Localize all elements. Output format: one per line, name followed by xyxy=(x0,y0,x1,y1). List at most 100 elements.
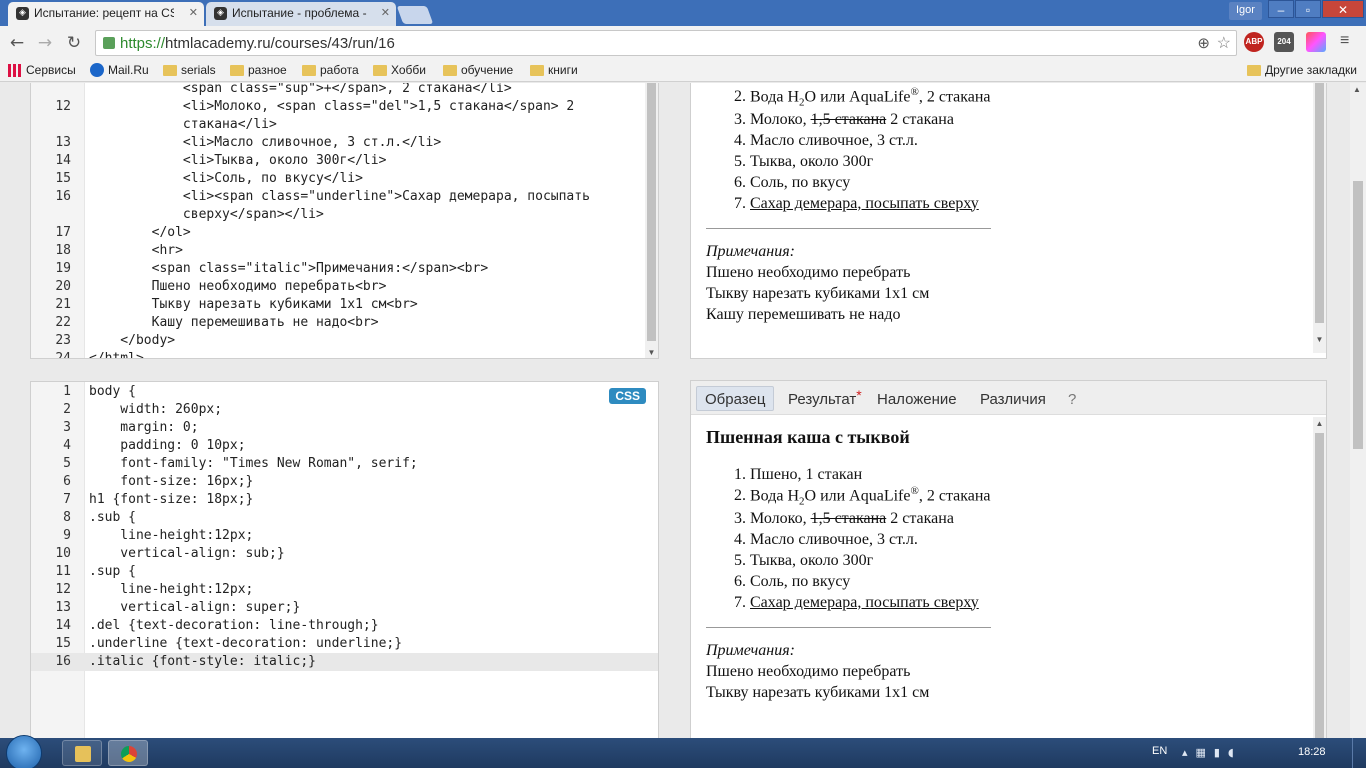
code-line[interactable]: 9 line-height:12px; xyxy=(31,527,658,545)
bookmark-serials[interactable]: serials xyxy=(163,63,216,77)
code-line[interactable]: 11 .sup { xyxy=(31,563,658,581)
url-text[interactable]: https://htmlacademy.ru/courses/43/run/16 xyxy=(120,35,395,52)
code-text[interactable]: font-size: 16px;} xyxy=(89,473,253,491)
code-text[interactable]: line-height:12px; xyxy=(89,581,253,599)
html-editor-scrollbar[interactable]: ▼ xyxy=(645,83,658,358)
code-line[interactable]: 5 font-family: "Times New Roman", serif; xyxy=(31,455,658,473)
code-line[interactable]: 21 Тыкву нарезать кубиками 1x1 см<br> xyxy=(31,296,658,314)
bookmark-knigi[interactable]: книги xyxy=(530,63,578,77)
code-text[interactable]: Пшено необходимо перебрать<br> xyxy=(89,278,387,296)
forward-arrow-icon[interactable]: → xyxy=(34,32,56,54)
maximize-button[interactable]: ▫ xyxy=(1295,0,1321,18)
code-line[interactable]: 16 <li><span class="underline">Сахар дем… xyxy=(31,188,658,206)
tab-sample[interactable]: Образец xyxy=(696,386,775,411)
code-line[interactable]: 15 <li>Соль, по вкусу</li> xyxy=(31,170,658,188)
scroll-thumb[interactable] xyxy=(1353,181,1363,449)
code-line[interactable]: 24 </html> xyxy=(31,350,658,358)
bookmark-star-icon[interactable]: ☆ xyxy=(1217,33,1231,53)
code-text[interactable]: <span class="italic">Примечания:</span><… xyxy=(89,260,489,278)
code-text[interactable]: .sup { xyxy=(89,563,136,581)
code-text[interactable]: <li><span class="underline">Сахар демера… xyxy=(89,188,590,206)
code-text[interactable]: .underline {text-decoration: underline;} xyxy=(89,635,402,653)
bookmark-mailru[interactable]: Mail.Ru xyxy=(90,63,149,77)
close-window-button[interactable]: ✕ xyxy=(1322,0,1364,18)
code-line[interactable]: 15 .underline {text-decoration: underline… xyxy=(31,635,658,653)
scroll-thumb[interactable] xyxy=(1315,433,1324,738)
scroll-down-arrow-icon[interactable]: ▼ xyxy=(645,348,658,357)
bookmark-rabota[interactable]: работа xyxy=(302,63,359,77)
code-line[interactable]: 12 line-height:12px; xyxy=(31,581,658,599)
code-text[interactable]: стакана</li> xyxy=(89,116,277,134)
code-line[interactable]: сверху</span></li> xyxy=(31,206,658,224)
system-tray-icons[interactable]: ▴▦▮◖ xyxy=(1182,746,1242,759)
code-line[interactable]: 14 .del {text-decoration: line-through;} xyxy=(31,617,658,635)
code-line[interactable]: 2 width: 260px; xyxy=(31,401,658,419)
code-text[interactable]: .sub { xyxy=(89,509,136,527)
taskbar-explorer-button[interactable] xyxy=(62,740,102,766)
code-line[interactable]: 19 <span class="italic">Примечания:</spa… xyxy=(31,260,658,278)
code-line[interactable]: 7 h1 {font-size: 18px;} xyxy=(31,491,658,509)
code-line[interactable]: 13 <li>Масло сливочное, 3 ст.л.</li> xyxy=(31,134,658,152)
result-scrollbar[interactable]: ▼ xyxy=(1313,83,1326,353)
code-text[interactable]: </body> xyxy=(89,332,175,350)
taskbar-chrome-button[interactable] xyxy=(108,740,148,766)
code-line[interactable]: 10 vertical-align: sub;} xyxy=(31,545,658,563)
result-preview[interactable]: Вода H2O или AquaLife®, 2 стакана Молоко… xyxy=(690,83,1327,359)
tab-result[interactable]: Результат* xyxy=(779,386,871,411)
zoom-icon[interactable]: ⊕ xyxy=(1197,34,1210,52)
code-text[interactable]: margin: 0; xyxy=(89,419,198,437)
code-text[interactable]: <li>Молоко, <span class="del">1,5 стакан… xyxy=(89,98,574,116)
back-arrow-icon[interactable]: ← xyxy=(6,32,28,54)
new-tab-button[interactable] xyxy=(396,6,434,24)
code-line[interactable]: 8 .sub { xyxy=(31,509,658,527)
code-text[interactable]: <li>Масло сливочное, 3 ст.л.</li> xyxy=(89,134,441,152)
code-text[interactable]: <li>Соль, по вкусу</li> xyxy=(89,170,363,188)
code-text[interactable]: font-family: "Times New Roman", serif; xyxy=(89,455,417,473)
code-text[interactable]: .del {text-decoration: line-through;} xyxy=(89,617,379,635)
scroll-down-arrow-icon[interactable]: ▼ xyxy=(1313,335,1326,344)
browser-tab-problem[interactable]: ◈ Испытание - проблема - ✕ xyxy=(206,2,396,26)
menu-icon[interactable]: ≡ xyxy=(1340,32,1349,50)
code-line[interactable]: 4 padding: 0 10px; xyxy=(31,437,658,455)
language-indicator[interactable]: EN xyxy=(1152,745,1167,757)
code-line[interactable]: 17 </ol> xyxy=(31,224,658,242)
bookmark-raznoe[interactable]: разное xyxy=(230,63,287,77)
code-text[interactable]: <hr> xyxy=(89,242,183,260)
scroll-thumb[interactable] xyxy=(647,83,656,341)
scroll-up-arrow-icon[interactable]: ▲ xyxy=(1353,85,1361,94)
code-line[interactable]: стакана</li> xyxy=(31,116,658,134)
scroll-thumb[interactable] xyxy=(1315,83,1324,323)
code-line[interactable]: 14 <li>Тыква, около 300г</li> xyxy=(31,152,658,170)
bookmark-apps[interactable]: Сервисы xyxy=(8,63,76,77)
code-text[interactable]: </html> xyxy=(89,350,144,358)
profile-badge[interactable]: Igor xyxy=(1229,2,1262,20)
code-line[interactable]: <span class="sup">+</span>, 2 стакана</l… xyxy=(31,83,658,98)
minimize-button[interactable]: – xyxy=(1268,0,1294,18)
help-button[interactable]: ? xyxy=(1059,386,1085,411)
start-button[interactable] xyxy=(6,735,42,768)
code-text[interactable]: body { xyxy=(89,383,136,401)
code-text[interactable]: line-height:12px; xyxy=(89,527,253,545)
code-line[interactable]: 1 body { xyxy=(31,383,658,401)
bookmark-hobbi[interactable]: Хобби xyxy=(373,63,426,77)
sample-preview-panel[interactable]: Образец Результат* Наложение Различия ? … xyxy=(690,380,1327,738)
css-code-editor[interactable]: 1 body {2 width: 260px; 3 margin: 0; 4 padd… xyxy=(30,381,659,738)
code-text[interactable]: vertical-align: super;} xyxy=(89,599,300,617)
html-code-editor[interactable]: <span class="sup">+</span>, 2 стакана</l… xyxy=(30,83,659,359)
browser-tab-recipe[interactable]: ◈ Испытание: рецепт на CS ✕ xyxy=(8,2,204,26)
extension-color-icon[interactable] xyxy=(1306,32,1326,52)
sample-scrollbar[interactable]: ▲ xyxy=(1313,417,1326,738)
code-line[interactable]: 13 vertical-align: super;} xyxy=(31,599,658,617)
scroll-up-arrow-icon[interactable]: ▲ xyxy=(1313,419,1326,428)
adblock-icon[interactable]: ABP xyxy=(1244,32,1264,52)
close-icon[interactable]: ✕ xyxy=(381,6,390,19)
code-line[interactable]: 20 Пшено необходимо перебрать<br> xyxy=(31,278,658,296)
code-text[interactable]: .italic {font-style: italic;} xyxy=(89,653,316,671)
code-text[interactable]: Тыкву нарезать кубиками 1x1 см<br> xyxy=(89,296,418,314)
extension-icon[interactable]: 204 xyxy=(1274,32,1294,52)
code-text[interactable]: </ol> xyxy=(89,224,191,242)
code-line[interactable]: 3 margin: 0; xyxy=(31,419,658,437)
code-line[interactable]: 6 font-size: 16px;} xyxy=(31,473,658,491)
reload-icon[interactable]: ↻ xyxy=(63,32,85,54)
code-text[interactable]: vertical-align: sub;} xyxy=(89,545,284,563)
